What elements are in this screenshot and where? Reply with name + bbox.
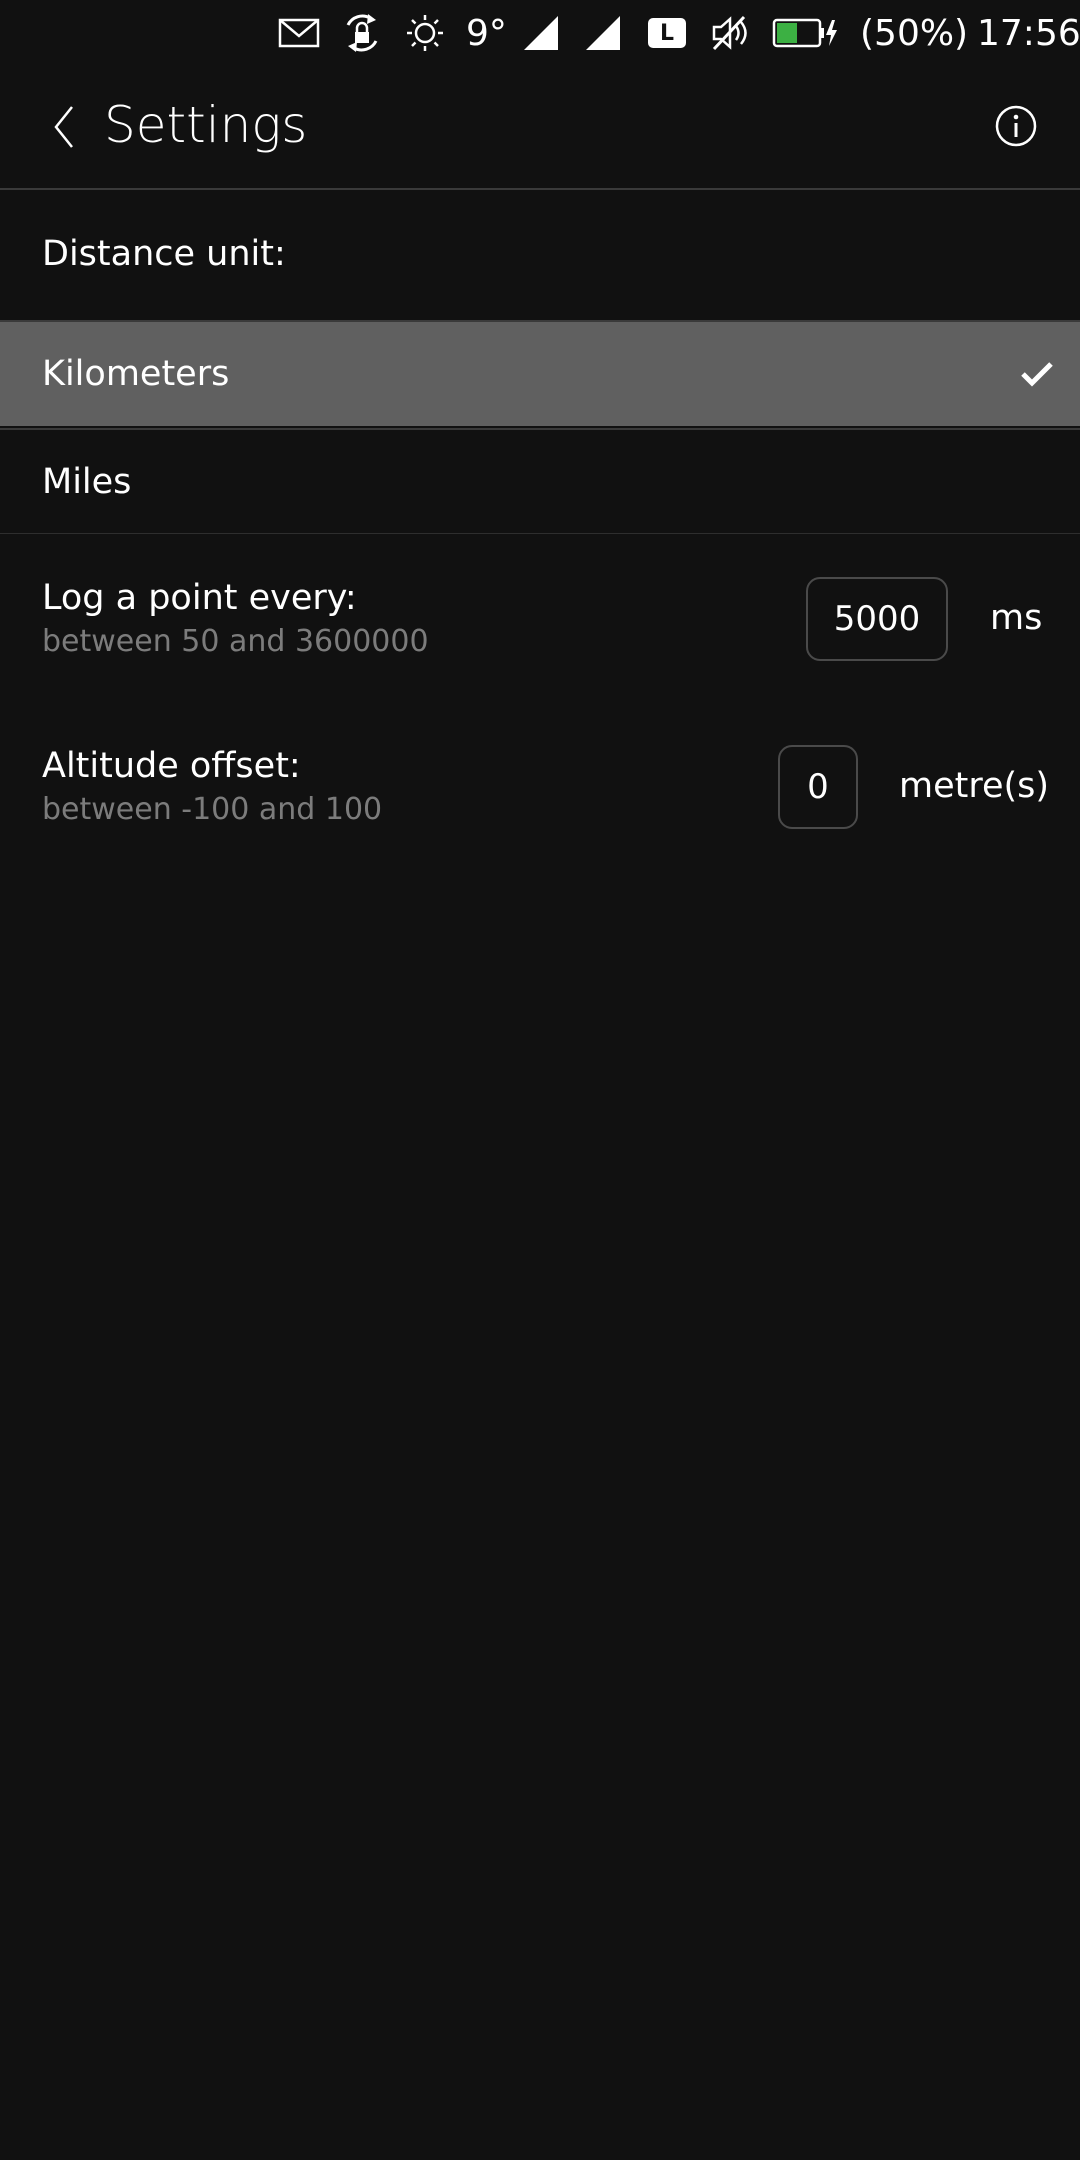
network-type-label: L: [659, 20, 675, 46]
page-title: Settings: [104, 96, 308, 154]
rotation-lock-icon: [340, 0, 384, 66]
log-interval-input[interactable]: [806, 577, 948, 661]
brightness-icon: [405, 0, 445, 66]
altitude-offset-hint: between -100 and 100: [42, 792, 383, 827]
option-kilometers[interactable]: Kilometers: [0, 320, 1080, 426]
clock-time: 17:56: [977, 12, 1080, 54]
speaker-muted-icon: [710, 0, 750, 66]
log-interval-label: Log a point every:: [42, 578, 357, 618]
log-interval-row: Log a point every: between 50 and 360000…: [0, 534, 1080, 702]
battery-percent-text: (50%): [860, 12, 969, 54]
signal-icon: [584, 0, 622, 66]
back-button[interactable]: [36, 92, 92, 162]
signal-icon: [522, 0, 560, 66]
option-miles[interactable]: Miles: [0, 428, 1080, 534]
log-interval-unit: ms: [990, 598, 1043, 638]
option-kilometers-label: Kilometers: [42, 354, 230, 394]
altitude-offset-input[interactable]: [778, 745, 858, 829]
altitude-offset-label: Altitude offset:: [42, 746, 301, 786]
option-miles-label: Miles: [42, 461, 132, 502]
distance-unit-label: Distance unit:: [42, 234, 286, 274]
info-icon: [995, 105, 1037, 147]
checkmark-icon: [1021, 362, 1053, 387]
log-interval-hint: between 50 and 3600000: [42, 624, 429, 659]
altitude-offset-unit: metre(s): [899, 766, 1050, 806]
temperature-text: 9°: [466, 12, 507, 54]
lte-icon: L: [648, 0, 686, 66]
info-button[interactable]: [994, 104, 1038, 148]
page-header: Settings: [0, 66, 1080, 190]
altitude-offset-row: Altitude offset: between -100 and 100 me…: [0, 702, 1080, 870]
mail-icon: [278, 0, 320, 66]
status-bar: 9° L (50%) 17:56: [0, 0, 1080, 66]
chevron-left-icon: [54, 106, 73, 148]
battery-charging-icon: [772, 0, 840, 66]
